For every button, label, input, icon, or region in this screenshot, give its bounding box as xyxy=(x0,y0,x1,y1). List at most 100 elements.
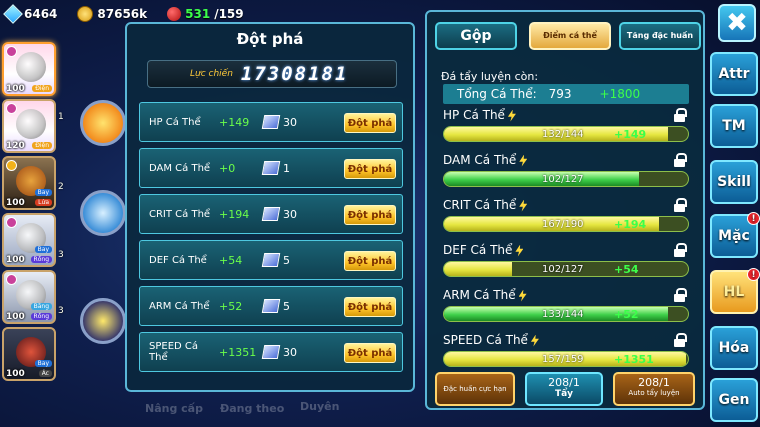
close-button[interactable]: ✖ xyxy=(718,4,756,42)
panel-title: Đột phá xyxy=(236,30,304,48)
roster-card[interactable]: 100 Băng Rồng xyxy=(2,270,56,324)
stone-icon xyxy=(261,299,281,313)
row-cost: 5 xyxy=(283,253,290,267)
row-bonus: +194 xyxy=(219,207,250,221)
row-name: DEF Cá Thể xyxy=(149,254,207,266)
auto-wash-label: Auto tẩy luyện xyxy=(628,389,680,397)
lock-icon[interactable] xyxy=(674,153,687,167)
pet-level: 100 xyxy=(6,312,25,322)
stone-icon xyxy=(261,207,281,221)
element-icon xyxy=(6,46,17,57)
pet-type-secondary: Lửa xyxy=(35,199,52,206)
stat-value: 167/190 xyxy=(542,219,584,230)
stat-bar: 102/127 +54 xyxy=(443,261,689,277)
stone-icon xyxy=(261,115,281,129)
stat-speed: SPEED Cá Thể 157/159 +1351 xyxy=(443,333,693,375)
pet-portrait xyxy=(16,52,46,82)
breakthrough-row-speed: SPEED Cá Thể +1351 30 Đột phá xyxy=(139,332,403,372)
bolt-icon xyxy=(515,244,524,257)
side-menu-skill[interactable]: Skill xyxy=(710,160,758,204)
total-bonus: +1800 xyxy=(599,87,641,101)
element-icon xyxy=(6,217,17,228)
roster-card[interactable]: 120 Điện xyxy=(2,99,56,153)
side-menu-mac[interactable]: Mặc! xyxy=(710,212,760,258)
stat-arm: ARM Cá Thể 133/144 +52 xyxy=(443,288,693,330)
wash-label: Tẩy xyxy=(554,389,574,399)
breakthrough-button[interactable]: Đột phá xyxy=(344,113,396,133)
breakthrough-button[interactable]: Đột phá xyxy=(344,159,396,179)
row-cost: 30 xyxy=(283,345,297,359)
auto-wash-count: 208/1 xyxy=(638,376,670,389)
pet-level: 100 xyxy=(6,369,25,379)
lock-icon[interactable] xyxy=(674,243,687,257)
breakthrough-panel: Đột phá Lực chiến 17308181 HP Cá Thể +14… xyxy=(125,22,415,392)
row-name: SPEED Cá Thể xyxy=(149,341,199,363)
side-menu-hoa[interactable]: Hóa xyxy=(710,326,758,370)
side-menu-hl[interactable]: HL! xyxy=(710,268,760,314)
element-icon xyxy=(6,274,17,285)
evolve-button[interactable] xyxy=(80,100,126,146)
stat-name: DEF Cá Thể xyxy=(443,243,513,257)
stat-value: 132/144 xyxy=(542,129,584,140)
breakthrough-button[interactable]: Đột phá xyxy=(344,205,396,225)
lock-icon[interactable] xyxy=(674,108,687,122)
roster-rank: 2 xyxy=(58,182,64,192)
breakthrough-row-arm: ARM Cá Thể +52 5 Đột phá xyxy=(139,286,403,326)
special-training-button[interactable]: Đặc huấn cực hạn xyxy=(435,372,515,406)
breakthrough-button[interactable]: Đột phá xyxy=(344,297,396,317)
combat-power-display: Lực chiến 17308181 xyxy=(147,60,397,88)
bond-label[interactable]: Duyên xyxy=(300,400,339,413)
roster-rank: 3 xyxy=(58,250,64,260)
stat-bonus: +149 xyxy=(614,128,647,141)
stat-bar-fill xyxy=(444,262,513,276)
stamina-counter: 531/159 xyxy=(167,7,244,21)
bolt-icon xyxy=(530,334,539,347)
row-name: HP Cá Thể xyxy=(149,116,201,128)
side-menu-label: HL xyxy=(723,284,745,300)
stat-dam: DAM Cá Thể 102/127 xyxy=(443,153,693,195)
wash-count: 208/1 xyxy=(548,376,580,389)
roster-card[interactable]: 100 Điện xyxy=(2,42,56,96)
breakthrough-button[interactable]: Đột phá xyxy=(344,251,396,271)
tab-merge[interactable]: Gộp xyxy=(435,22,517,50)
lock-icon[interactable] xyxy=(674,198,687,212)
breakthrough-button[interactable]: Đột phá xyxy=(344,343,396,363)
row-cost: 30 xyxy=(283,207,297,221)
stat-name: ARM Cá Thể xyxy=(443,288,516,302)
pet-type: Bay xyxy=(34,189,52,196)
side-menu-attr[interactable]: Attr xyxy=(710,52,758,96)
upgrade-label[interactable]: Nâng cấp xyxy=(145,402,203,415)
roster-card[interactable]: 100 Bay Rồng xyxy=(2,213,56,267)
bag-button[interactable] xyxy=(80,190,126,236)
tab-individual-points[interactable]: Điểm cá thể xyxy=(529,22,611,50)
stat-bonus: +194 xyxy=(614,218,647,231)
pet-type: Bay xyxy=(34,360,52,367)
side-menu-tm[interactable]: TM xyxy=(710,104,758,148)
tab-special-training[interactable]: Tăng đặc huấn xyxy=(619,22,701,50)
skill-tree-button[interactable] xyxy=(80,298,126,344)
breakthrough-row-dam: DAM Cá Thể +0 1 Đột phá xyxy=(139,148,403,188)
training-label[interactable]: Đang theo xyxy=(220,402,284,415)
lock-icon[interactable] xyxy=(674,333,687,347)
element-icon xyxy=(6,103,17,114)
gem-icon xyxy=(3,4,23,24)
pet-portrait xyxy=(16,109,46,139)
stat-bar: 167/190 +194 xyxy=(443,216,689,232)
lock-icon[interactable] xyxy=(674,288,687,302)
row-name: CRIT Cá Thể xyxy=(149,208,211,220)
stat-bonus: +54 xyxy=(614,263,639,276)
roster-card[interactable]: 100 Bay Lửa xyxy=(2,156,56,210)
stamina-max: /159 xyxy=(214,7,244,21)
pet-type-secondary: Rồng xyxy=(30,313,52,320)
pet-level: 100 xyxy=(6,255,25,265)
notification-badge: ! xyxy=(747,268,760,281)
combat-power-value: 17308181 xyxy=(240,63,349,85)
bolt-icon xyxy=(518,289,527,302)
side-menu-gen[interactable]: Gen xyxy=(710,378,758,422)
wash-button[interactable]: 208/1 Tẩy xyxy=(525,372,603,406)
element-icon xyxy=(6,160,17,171)
side-menu-label: Mặc xyxy=(718,228,750,244)
auto-wash-button[interactable]: 208/1 Auto tẩy luyện xyxy=(613,372,695,406)
roster-card[interactable]: 100 Bay Ác xyxy=(2,327,56,381)
pet-type-secondary: Ác xyxy=(38,370,52,377)
